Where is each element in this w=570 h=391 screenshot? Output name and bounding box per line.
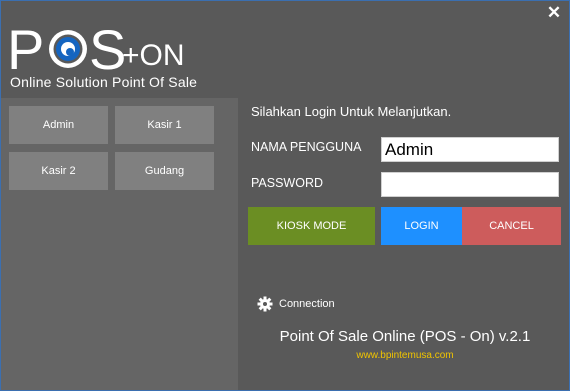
user-button-gudang[interactable]: Gudang — [115, 152, 214, 190]
logo-o-rings — [49, 30, 87, 68]
user-button-kasir-2[interactable]: Kasir 2 — [9, 152, 108, 190]
logo-tagline: Online Solution Point Of Sale — [10, 74, 198, 90]
connection-link[interactable]: Connection — [257, 296, 335, 312]
username-field[interactable] — [381, 137, 559, 162]
user-button-kasir-1[interactable]: Kasir 1 — [115, 106, 214, 144]
cancel-button[interactable]: CANCEL — [462, 207, 561, 245]
password-field[interactable] — [381, 172, 559, 197]
kiosk-mode-button[interactable]: KIOSK MODE — [248, 207, 375, 245]
username-label: NAMA PENGGUNA — [251, 140, 362, 154]
close-icon[interactable]: ✕ — [545, 3, 563, 23]
login-button[interactable]: LOGIN — [381, 207, 462, 245]
gear-icon — [257, 296, 273, 312]
logo-letter-p: P — [7, 18, 44, 81]
login-prompt: Silahkan Login Untuk Melanjutkan. — [251, 104, 452, 119]
logo-suffix: +ON — [122, 39, 185, 72]
user-button-admin[interactable]: Admin — [9, 106, 108, 144]
login-window: ✕ P S +ON Online Solution Point Of Sale … — [1, 1, 569, 390]
product-version: Point Of Sale Online (POS - On) v.2.1 — [279, 328, 531, 345]
password-label: PASSWORD — [251, 176, 323, 190]
website-link[interactable]: www.bpintemusa.com — [241, 350, 569, 361]
connection-label: Connection — [279, 298, 335, 310]
logo-letter-s: S — [89, 18, 126, 81]
